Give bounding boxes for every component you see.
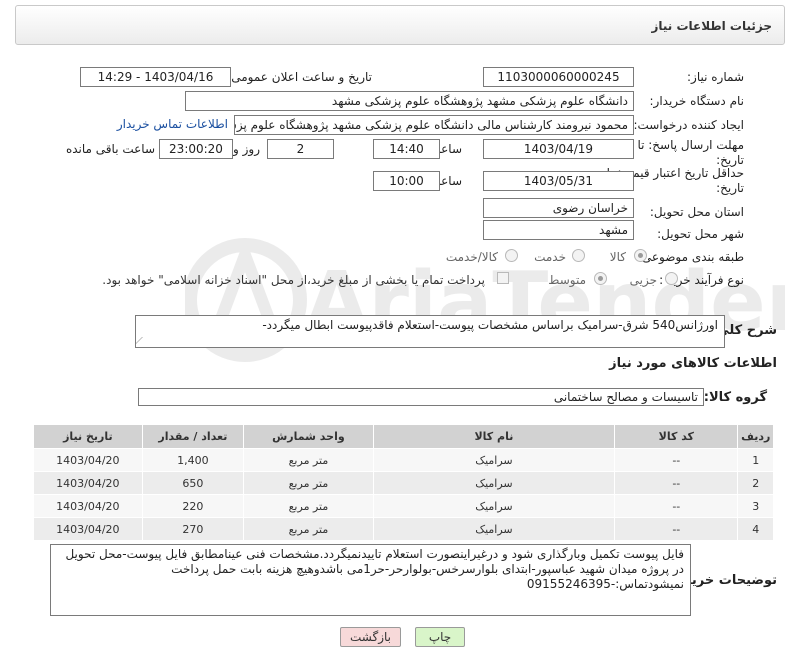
col-unit: واحد شمارش bbox=[243, 424, 374, 449]
category-radio-service[interactable] bbox=[572, 249, 585, 262]
cell-unit: متر مربع bbox=[243, 471, 374, 495]
cell-code: -- bbox=[614, 517, 739, 541]
city-label: شهر محل تحویل: bbox=[657, 227, 744, 241]
cell-code: -- bbox=[614, 494, 739, 518]
process-option-minor: جزیی bbox=[629, 273, 657, 287]
goods-info-title: اطلاعات کالاهای مورد نیاز bbox=[609, 356, 777, 371]
cell-date: 1403/04/20 bbox=[33, 517, 143, 541]
table-row: 3 -- سرامیک متر مربع 220 1403/04/20 bbox=[33, 494, 774, 518]
treasury-payment-note: پرداخت تمام یا بخشی از مبلغ خرید،از محل … bbox=[102, 273, 485, 287]
cell-qty: 220 bbox=[141, 494, 245, 518]
province-label: استان محل تحویل: bbox=[649, 205, 744, 219]
items-table: ردیف کد کالا نام کالا واحد شمارش تعداد /… bbox=[33, 424, 774, 541]
validity-date-field: 1403/05/31 bbox=[483, 171, 634, 191]
header-panel: جزئیات اطلاعات نیاز bbox=[15, 5, 785, 45]
col-code: کد کالا bbox=[614, 424, 739, 449]
cell-code: -- bbox=[614, 448, 739, 472]
category-label: طبقه بندی موضوعی: bbox=[637, 250, 744, 264]
buyer-org-field: دانشگاه علوم پزشکی مشهد پژوهشگاه علوم پز… bbox=[185, 91, 634, 111]
need-number-field: 1103000060000245 bbox=[483, 67, 634, 87]
province-field: خراسان رضوی bbox=[483, 198, 634, 218]
print-button[interactable]: چاپ bbox=[415, 627, 465, 647]
cell-code: -- bbox=[614, 471, 739, 495]
category-option-both: کالا/خدمت bbox=[445, 250, 498, 264]
goods-group-label: گروه کالا: bbox=[703, 390, 767, 405]
category-radio-both[interactable] bbox=[505, 249, 518, 262]
cell-date: 1403/04/20 bbox=[33, 471, 143, 495]
treasury-payment-checkbox[interactable] bbox=[497, 272, 509, 284]
validity-time-field: 10:00 bbox=[373, 171, 440, 191]
city-field: مشهد bbox=[483, 220, 634, 240]
resize-grip-icon[interactable] bbox=[136, 337, 150, 345]
category-option-service: خدمت bbox=[534, 250, 566, 264]
buyer-contact-link[interactable]: اطلاعات تماس خریدار bbox=[117, 117, 228, 131]
deadline-date-field: 1403/04/19 bbox=[483, 139, 634, 159]
table-row: 2 -- سرامیک متر مربع 650 1403/04/20 bbox=[33, 471, 774, 495]
deadline-label-date: تاریخ: bbox=[716, 153, 744, 167]
deadline-days-label: روز و bbox=[233, 142, 260, 156]
cell-unit: متر مربع bbox=[243, 494, 374, 518]
deadline-label: مهلت ارسال پاسخ: تا bbox=[637, 138, 744, 152]
need-number-label: شماره نیاز: bbox=[687, 70, 744, 84]
cell-name: سرامیک bbox=[372, 517, 616, 541]
remaining-time-field: 23:00:20 bbox=[159, 139, 233, 159]
cell-date: 1403/04/20 bbox=[33, 494, 143, 518]
table-row: 1 -- سرامیک متر مربع 1,400 1403/04/20 bbox=[33, 448, 774, 472]
remaining-label: ساعت باقی مانده bbox=[65, 142, 155, 156]
announce-label: تاریخ و ساعت اعلان عمومی: bbox=[227, 70, 372, 84]
col-date: تاریخ نیاز bbox=[33, 424, 143, 449]
process-radio-medium[interactable] bbox=[594, 272, 607, 285]
col-name: نام کالا bbox=[372, 424, 616, 449]
process-option-medium: متوسط bbox=[548, 273, 586, 287]
deadline-time-field: 14:40 bbox=[373, 139, 440, 159]
cell-row: 4 bbox=[737, 517, 774, 541]
cell-name: سرامیک bbox=[372, 494, 616, 518]
table-row: 4 -- سرامیک متر مربع 270 1403/04/20 bbox=[33, 517, 774, 541]
page-title: جزئیات اطلاعات نیاز bbox=[651, 19, 772, 33]
category-option-goods: کالا bbox=[609, 250, 626, 264]
cell-unit: متر مربع bbox=[243, 517, 374, 541]
deadline-days-field: 2 bbox=[267, 139, 334, 159]
col-qty: تعداد / مقدار bbox=[141, 424, 245, 449]
cell-qty: 1,400 bbox=[141, 448, 245, 472]
back-button[interactable]: بازگشت bbox=[340, 627, 401, 647]
validity-label-date: تاریخ: bbox=[716, 181, 744, 195]
cell-qty: 650 bbox=[141, 471, 245, 495]
cell-name: سرامیک bbox=[372, 471, 616, 495]
cell-row: 3 bbox=[737, 494, 774, 518]
announce-field: 1403/04/16 - 14:29 bbox=[80, 67, 231, 87]
cell-row: 2 bbox=[737, 471, 774, 495]
requester-field: محمود نیرومند کارشناس مالی دانشگاه علوم … bbox=[234, 115, 634, 135]
requester-label: ایجاد کننده درخواست: bbox=[633, 118, 744, 132]
cell-row: 1 bbox=[737, 448, 774, 472]
buyer-notes-field: فایل پیوست تکمیل وبارگذاری شود و درغیرای… bbox=[50, 544, 691, 616]
buyer-org-label: نام دستگاه خریدار: bbox=[649, 94, 745, 108]
process-radio-minor[interactable] bbox=[665, 272, 678, 285]
cell-qty: 270 bbox=[141, 517, 245, 541]
description-field: اورژانس540 شرق-سرامیک براساس مشخصات پیوس… bbox=[135, 315, 725, 348]
description-text: اورژانس540 شرق-سرامیک براساس مشخصات پیوس… bbox=[262, 318, 718, 332]
goods-group-field: تاسیسات و مصالح ساختمانی bbox=[138, 388, 704, 406]
cell-name: سرامیک bbox=[372, 448, 616, 472]
cell-date: 1403/04/20 bbox=[33, 448, 143, 472]
table-header-row: ردیف کد کالا نام کالا واحد شمارش تعداد /… bbox=[33, 424, 774, 449]
category-radio-goods[interactable] bbox=[634, 249, 647, 262]
cell-unit: متر مربع bbox=[243, 448, 374, 472]
col-row: ردیف bbox=[737, 424, 774, 449]
